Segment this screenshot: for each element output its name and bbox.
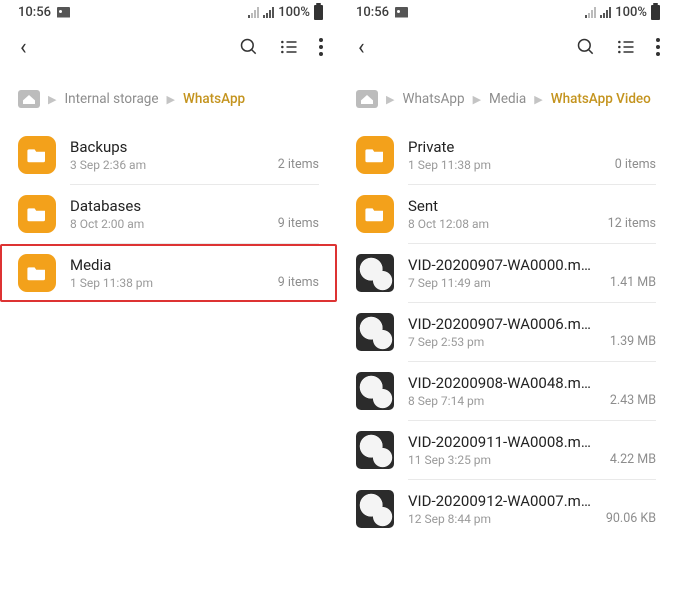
video-thumbnail — [356, 372, 394, 410]
action-bar: ‹ — [338, 24, 674, 70]
item-subtitle: 8 Oct 12:08 am — [408, 217, 594, 231]
search-icon — [239, 37, 259, 57]
list-item[interactable]: VID-20200908-WA0048.mp4 8 Sep 7:14 pm 2.43… — [338, 362, 674, 420]
clock: 10:56 — [356, 5, 389, 20]
item-name: VID-20200907-WA0000.mp4 — [408, 256, 596, 274]
signal-icon — [600, 7, 611, 18]
item-subtitle: 11 Sep 3:25 pm — [408, 453, 596, 467]
chevron-right-icon: ▶ — [534, 93, 542, 106]
breadcrumb: ▶ Internal storage ▶ WhatsApp — [0, 70, 337, 122]
item-name: Backups — [70, 138, 264, 156]
item-subtitle: 12 Sep 8:44 pm — [408, 512, 592, 526]
item-subtitle: 3 Sep 2:36 am — [70, 158, 264, 172]
signal-icon — [263, 7, 274, 18]
item-subtitle: 7 Sep 2:53 pm — [408, 335, 596, 349]
item-name: Private — [408, 138, 601, 156]
item-name: VID-20200911-WA0008.mp4 — [408, 433, 596, 451]
item-meta: 2 items — [278, 157, 319, 174]
picture-icon — [57, 7, 70, 18]
crumb-internal[interactable]: Internal storage — [64, 91, 158, 107]
file-list: Private 1 Sep 11:38 pm 0 items Sent 8 Oct 12… — [338, 122, 674, 538]
item-name: Media — [70, 256, 264, 274]
crumb-current[interactable]: WhatsApp Video — [551, 91, 651, 107]
video-thumbnail — [356, 431, 394, 469]
item-meta: 1.41 MB — [610, 275, 656, 292]
view-toggle-button[interactable] — [279, 37, 299, 57]
item-subtitle: 1 Sep 11:38 pm — [408, 158, 601, 172]
item-name: Sent — [408, 197, 594, 215]
item-name: VID-20200912-WA0007.mp4 — [408, 492, 592, 510]
item-meta: 1.39 MB — [610, 334, 656, 351]
signal-weak-icon — [248, 7, 259, 18]
battery-icon — [314, 5, 323, 20]
item-subtitle: 8 Oct 2:00 am — [70, 217, 264, 231]
screen-left: 10:56 100% ‹ ▶ Internal storage ▶ WhatsA… — [0, 0, 337, 611]
chevron-right-icon: ▶ — [386, 93, 394, 106]
back-button[interactable]: ‹ — [352, 31, 371, 64]
folder-icon — [356, 195, 394, 233]
item-name: VID-20200908-WA0048.mp4 — [408, 374, 596, 392]
list-item[interactable]: Private 1 Sep 11:38 pm 0 items — [338, 126, 674, 184]
item-meta: 90.06 KB — [606, 511, 656, 528]
item-subtitle: 7 Sep 11:49 am — [408, 276, 596, 290]
home-icon[interactable] — [18, 90, 40, 108]
list-view-icon — [279, 37, 299, 57]
status-bar: 10:56 100% — [338, 0, 674, 24]
folder-icon — [18, 254, 56, 292]
video-thumbnail — [356, 490, 394, 528]
back-button[interactable]: ‹ — [14, 31, 33, 64]
video-thumbnail — [356, 313, 394, 351]
item-meta: 2.43 MB — [610, 393, 656, 410]
list-item[interactable]: Sent 8 Oct 12:08 am 12 items — [338, 185, 674, 243]
item-name: Databases — [70, 197, 264, 215]
search-button[interactable] — [576, 37, 596, 57]
item-meta: 12 items — [608, 216, 656, 233]
more-button[interactable] — [656, 38, 660, 56]
crumb-media[interactable]: Media — [489, 91, 526, 107]
action-bar: ‹ — [0, 24, 337, 70]
home-icon[interactable] — [356, 90, 378, 108]
chevron-right-icon: ▶ — [48, 93, 56, 106]
chevron-right-icon: ▶ — [167, 93, 175, 106]
item-meta: 9 items — [278, 216, 319, 233]
video-thumbnail — [356, 254, 394, 292]
list-item[interactable]: Media 1 Sep 11:38 pm 9 items — [0, 244, 337, 302]
list-item[interactable]: VID-20200911-WA0008.mp4 11 Sep 3:25 pm 4.2… — [338, 421, 674, 479]
folder-icon — [18, 195, 56, 233]
item-meta: 0 items — [615, 157, 656, 174]
search-icon — [576, 37, 596, 57]
item-name: VID-20200907-WA0006.mp4 — [408, 315, 596, 333]
item-subtitle: 8 Sep 7:14 pm — [408, 394, 596, 408]
list-item[interactable]: Databases 8 Oct 2:00 am 9 items — [0, 185, 337, 243]
list-item[interactable]: VID-20200907-WA0006.mp4 7 Sep 2:53 pm 1.39… — [338, 303, 674, 361]
crumb-current[interactable]: WhatsApp — [183, 91, 245, 107]
battery-icon — [651, 5, 660, 20]
picture-icon — [395, 7, 408, 18]
chevron-right-icon: ▶ — [473, 93, 481, 106]
signal-weak-icon — [585, 7, 596, 18]
file-list: Backups 3 Sep 2:36 am 2 items Databases 8 Oc… — [0, 122, 337, 302]
folder-icon — [18, 136, 56, 174]
item-meta: 4.22 MB — [610, 452, 656, 469]
list-item[interactable]: Backups 3 Sep 2:36 am 2 items — [0, 126, 337, 184]
search-button[interactable] — [239, 37, 259, 57]
list-item[interactable]: VID-20200907-WA0000.mp4 7 Sep 11:49 am 1.4… — [338, 244, 674, 302]
more-button[interactable] — [319, 38, 323, 56]
battery-pct: 100% — [615, 5, 647, 20]
clock: 10:56 — [18, 5, 51, 20]
crumb-whatsapp[interactable]: WhatsApp — [402, 91, 464, 107]
item-subtitle: 1 Sep 11:38 pm — [70, 276, 264, 290]
folder-icon — [356, 136, 394, 174]
list-view-icon — [616, 37, 636, 57]
list-item[interactable]: VID-20200912-WA0007.mp4 12 Sep 8:44 pm 90.… — [338, 480, 674, 538]
screen-right: 10:56 100% ‹ ▶ WhatsApp ▶ Media ▶ WhatsA… — [337, 0, 674, 611]
status-bar: 10:56 100% — [0, 0, 337, 24]
view-toggle-button[interactable] — [616, 37, 636, 57]
item-meta: 9 items — [278, 275, 319, 292]
breadcrumb: ▶ WhatsApp ▶ Media ▶ WhatsApp Video — [338, 70, 674, 122]
battery-pct: 100% — [278, 5, 310, 20]
